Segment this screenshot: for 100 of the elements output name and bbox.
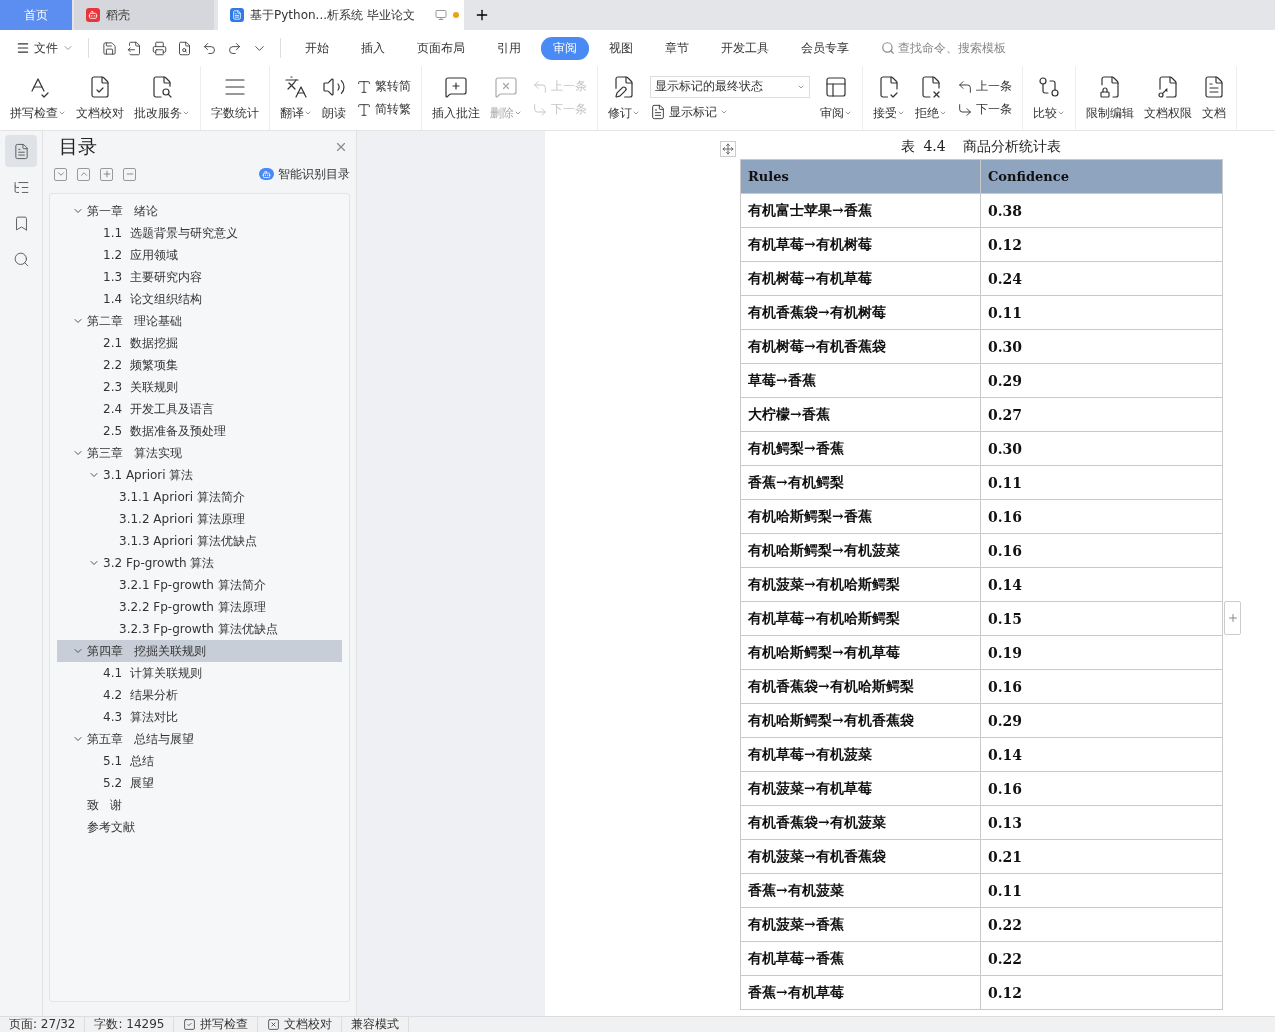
collapse-icon[interactable] <box>77 167 90 181</box>
comment-x-icon <box>494 74 518 99</box>
toc-item[interactable]: 4.1 计算关联规则 <box>57 662 342 684</box>
toc-item[interactable]: 3.1.2 Apriori 算法原理 <box>57 508 342 530</box>
ribbon-button[interactable]: 限制编辑 <box>1082 66 1138 130</box>
ribbon-button[interactable]: 接受 <box>869 66 909 130</box>
table-cell: 有机菠菜→香蕉 <box>740 907 981 942</box>
toc-item[interactable]: 2.1 数据挖掘 <box>57 332 342 354</box>
toc-item[interactable]: 1.3 主要研究内容 <box>57 266 342 288</box>
ribbon-button[interactable]: 简转繁 <box>356 101 411 118</box>
ribbon-button[interactable]: 下一条 <box>957 101 1012 118</box>
ribbon-button[interactable]: 字数统计 <box>207 66 263 130</box>
ribbon-button[interactable]: 繁转简 <box>356 78 411 95</box>
robot-icon <box>259 168 274 180</box>
caret-icon <box>58 109 66 117</box>
ribbon-button[interactable]: 朗读 <box>318 66 350 130</box>
ribbon-tab[interactable]: 章节 <box>653 36 701 60</box>
table-cell: 0.12 <box>980 227 1223 262</box>
toc-item[interactable]: 3.2.3 Fp-growth 算法优缺点 <box>57 618 342 640</box>
search-icon <box>881 41 895 55</box>
ribbon-tab[interactable]: 页面布局 <box>405 36 477 60</box>
ribbon-button[interactable]: 审阅 <box>816 66 856 130</box>
ribbon-button[interactable]: 文档校对 <box>72 66 128 130</box>
ribbon-button[interactable]: 修订 <box>604 66 644 130</box>
toc-item[interactable]: 3.2.1 Fp-growth 算法简介 <box>57 574 342 596</box>
move-icon[interactable] <box>720 141 736 157</box>
expand-icon[interactable] <box>54 167 67 181</box>
table-cell: 0.30 <box>980 431 1223 466</box>
ribbon-button[interactable]: 比较 <box>1029 66 1069 130</box>
window-tab[interactable]: 基于Python...析系统 毕业论文 <box>218 0 464 30</box>
ribbon-button[interactable]: 文档 <box>1198 66 1230 130</box>
status-toggle[interactable]: 文档校对 <box>258 1017 343 1032</box>
minus-icon[interactable] <box>123 167 136 181</box>
ribbon-tab[interactable]: 开发工具 <box>709 36 781 60</box>
ribbon-tab[interactable]: 插入 <box>349 36 397 60</box>
toc-item[interactable]: 3.1.1 Apriori 算法简介 <box>57 486 342 508</box>
toc-item[interactable]: 第四章 挖掘关联规则 <box>57 640 342 662</box>
toc-item[interactable]: 3.1 Apriori 算法 <box>57 464 342 486</box>
markup-select[interactable]: 显示标记的最终状态 <box>650 75 810 98</box>
toc-item[interactable]: 2.4 开发工具及语言 <box>57 398 342 420</box>
ribbon-button[interactable]: 翻译 <box>276 66 316 130</box>
status-text: 页面: 27/32 <box>0 1017 86 1032</box>
ribbon-tab[interactable]: 视图 <box>597 36 645 60</box>
arrow-left-icon <box>532 78 548 95</box>
table-cell: 0.38 <box>980 193 1223 228</box>
table-cell: 有机草莓→有机哈斯鳄梨 <box>740 601 981 636</box>
toc-item[interactable]: 1.2 应用领域 <box>57 244 342 266</box>
toc-item[interactable]: 致 谢 <box>57 794 342 816</box>
outline-icon[interactable] <box>5 135 37 167</box>
box-x-icon <box>267 1018 281 1031</box>
ribbon-tab[interactable]: 开始 <box>293 36 341 60</box>
smart-toc-button[interactable]: 智能识别目录 <box>259 165 350 183</box>
ribbon-button[interactable]: 拒绝 <box>911 66 951 130</box>
caret-icon <box>720 108 728 116</box>
toc-item[interactable]: 3.2 Fp-growth 算法 <box>57 552 342 574</box>
document-check-icon <box>88 74 112 99</box>
toc-item[interactable]: 第二章 理论基础 <box>57 310 342 332</box>
table-cell: 0.30 <box>980 329 1223 364</box>
toc-item[interactable]: 2.3 关联规则 <box>57 376 342 398</box>
ribbon-button[interactable]: 拼写检查 <box>6 66 70 130</box>
table-cell: 0.22 <box>980 941 1223 976</box>
table-caption: 表 4.4 商品分析统计表 <box>899 137 1063 156</box>
ribbon-button[interactable]: 显示标记 <box>650 103 810 121</box>
toc-item[interactable]: 2.5 数据准备及预处理 <box>57 420 342 442</box>
toc-item[interactable]: 5.2 展望 <box>57 772 342 794</box>
table-cell: 0.29 <box>980 363 1223 398</box>
file-menu[interactable]: 文件 <box>12 39 78 57</box>
caret-icon <box>632 109 640 117</box>
toc-item[interactable]: 第五章 总结与展望 <box>57 728 342 750</box>
toc-item[interactable]: 3.2.2 Fp-growth 算法原理 <box>57 596 342 618</box>
add-button[interactable] <box>1224 601 1241 635</box>
command-search-field[interactable]: 查找命令、搜索模板 <box>881 39 1006 57</box>
table-cell: 有机香蕉袋→有机树莓 <box>740 295 981 330</box>
toc-item[interactable]: 1.4 论文组织结构 <box>57 288 342 310</box>
toc-item[interactable]: 2.2 频繁项集 <box>57 354 342 376</box>
window-tab[interactable]: 稻壳 <box>74 0 214 30</box>
menu-icon <box>16 41 30 55</box>
ribbon-button[interactable]: 批改服务 <box>130 66 194 130</box>
toc-item[interactable]: 5.1 总结 <box>57 750 342 772</box>
table-cell: 香蕉→有机鳄梨 <box>740 465 981 500</box>
table-cell: 0.11 <box>980 873 1223 908</box>
toc-item[interactable]: 4.3 算法对比 <box>57 706 342 728</box>
plus-icon[interactable] <box>100 167 113 181</box>
ribbon-button[interactable]: 上一条 <box>957 78 1012 95</box>
toc-item[interactable]: 参考文献 <box>57 816 342 838</box>
ribbon-tab[interactable]: 引用 <box>485 36 533 60</box>
toc-item[interactable]: 第三章 算法实现 <box>57 442 342 464</box>
status-text: 字数: 14295 <box>85 1017 175 1032</box>
ribbon-button[interactable]: 插入批注 <box>428 66 484 130</box>
toc-item[interactable]: 4.2 结果分析 <box>57 684 342 706</box>
table-cell: 0.16 <box>980 499 1223 534</box>
status-toggle[interactable]: 拼写检查 <box>174 1017 259 1032</box>
toc-item[interactable]: 第一章 绪论 <box>57 200 342 222</box>
table-cell: 有机草莓→香蕉 <box>740 941 981 976</box>
toc-item[interactable]: 3.1.3 Apriori 算法优缺点 <box>57 530 342 552</box>
table-cell: 有机鳄梨→香蕉 <box>740 431 981 466</box>
ribbon-tab[interactable]: 会员专享 <box>789 36 861 60</box>
toc-item[interactable]: 1.1 选题背景与研究意义 <box>57 222 342 244</box>
table-cell: 有机哈斯鳄梨→有机香蕉袋 <box>740 703 981 738</box>
ribbon-button[interactable]: 文档权限 <box>1140 66 1196 130</box>
